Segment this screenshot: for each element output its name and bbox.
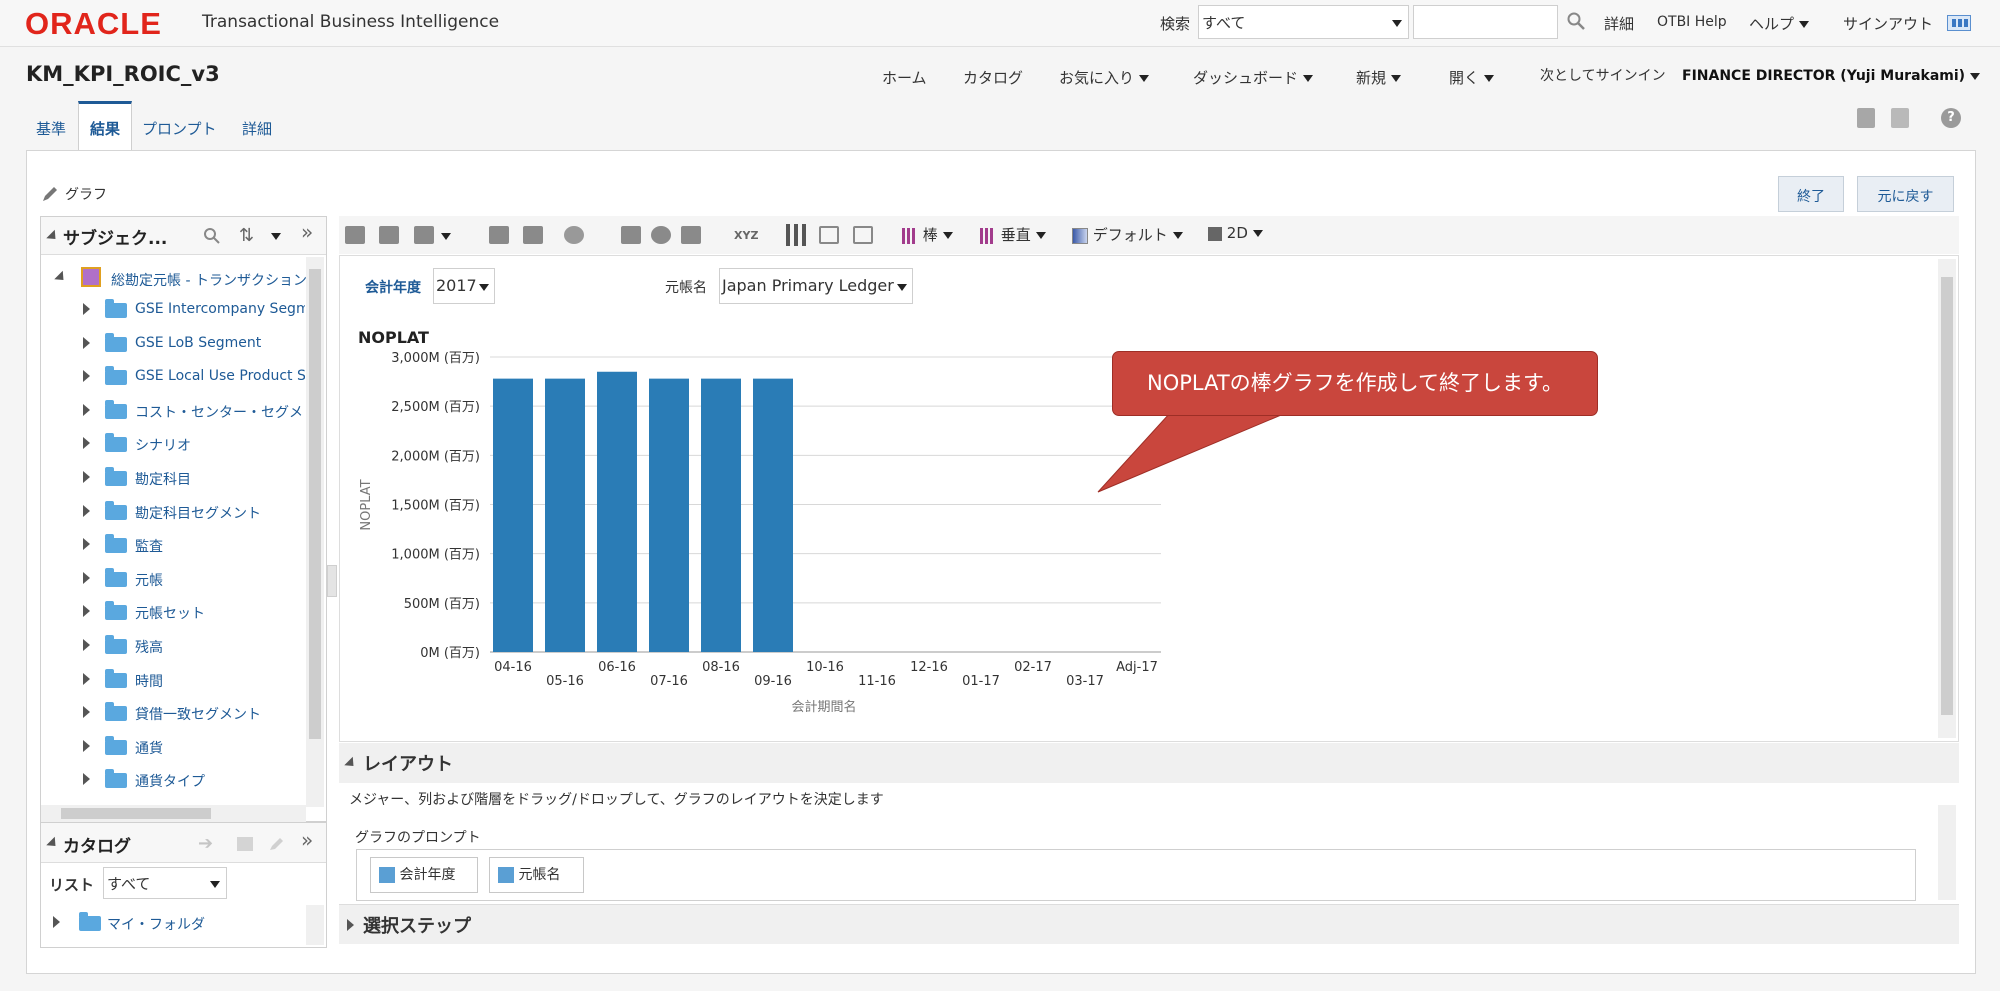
expand-icon [347,919,354,931]
x-tick-label: Adj-17 [1116,660,1158,675]
x-tick-label: 04-16 [494,660,532,675]
collapse-icon [344,756,358,771]
x-tick-label: 09-16 [754,674,792,689]
x-tick-label: 10-16 [806,660,844,675]
column-icon [498,867,514,883]
x-axis-label: 会計期間名 [791,699,856,715]
chart-prompts-label: グラフのプロンプト [355,830,481,846]
bar [753,378,793,652]
bar [493,378,533,652]
x-tick-label: 02-17 [1014,660,1052,675]
y-tick-label: 3,000M (百万) [391,351,480,366]
layout-section-title: レイアウト [363,754,453,775]
callout-box: NOPLATの棒グラフを作成して終了します。 [1112,351,1598,416]
x-tick-label: 08-16 [702,660,740,675]
layout-hint: メジャー、列および階層をドラッグ/ドロップして、グラフのレイアウトを決定します [349,792,884,808]
bar [545,378,585,652]
chart-title: NOPLAT [358,328,429,347]
bar [597,371,637,652]
chip-ledger-name[interactable]: 元帳名 [489,857,584,893]
prompt-drop-area[interactable] [356,849,1916,901]
selection-steps-header[interactable]: 選択ステップ [339,904,1959,944]
bar [649,378,689,652]
y-tick-label: 500M (百万) [404,597,480,612]
x-tick-label: 12-16 [910,660,948,675]
x-tick-label: 11-16 [858,674,896,689]
x-tick-label: 06-16 [598,660,636,675]
scrollbar-thumb[interactable] [1941,277,1953,715]
layout-section-header[interactable]: レイアウト [339,743,1959,783]
x-tick-label: 07-16 [650,674,688,689]
x-tick-label: 05-16 [546,674,584,689]
y-axis-label: NOPLAT [359,479,374,530]
bar [701,378,741,652]
x-tick-label: 01-17 [962,674,1000,689]
y-tick-label: 2,000M (百万) [391,449,480,464]
y-tick-label: 2,500M (百万) [391,400,480,415]
preview-scrollbar[interactable] [1938,259,1956,738]
y-tick-label: 0M (百万) [420,646,480,661]
y-tick-label: 1,000M (百万) [391,548,480,563]
x-tick-label: 03-17 [1066,674,1104,689]
layout-scrollbar[interactable] [1938,805,1956,900]
noplat-bar-chart: NOPLAT 0M (百万) 500M (百万) 1,000M (百万) 1,500M … [358,328,1161,715]
column-icon [379,867,395,883]
chip-fiscal-year[interactable]: 会計年度 [370,857,478,893]
selection-steps-title: 選択ステップ [363,916,471,937]
y-tick-label: 1,500M (百万) [391,499,480,514]
